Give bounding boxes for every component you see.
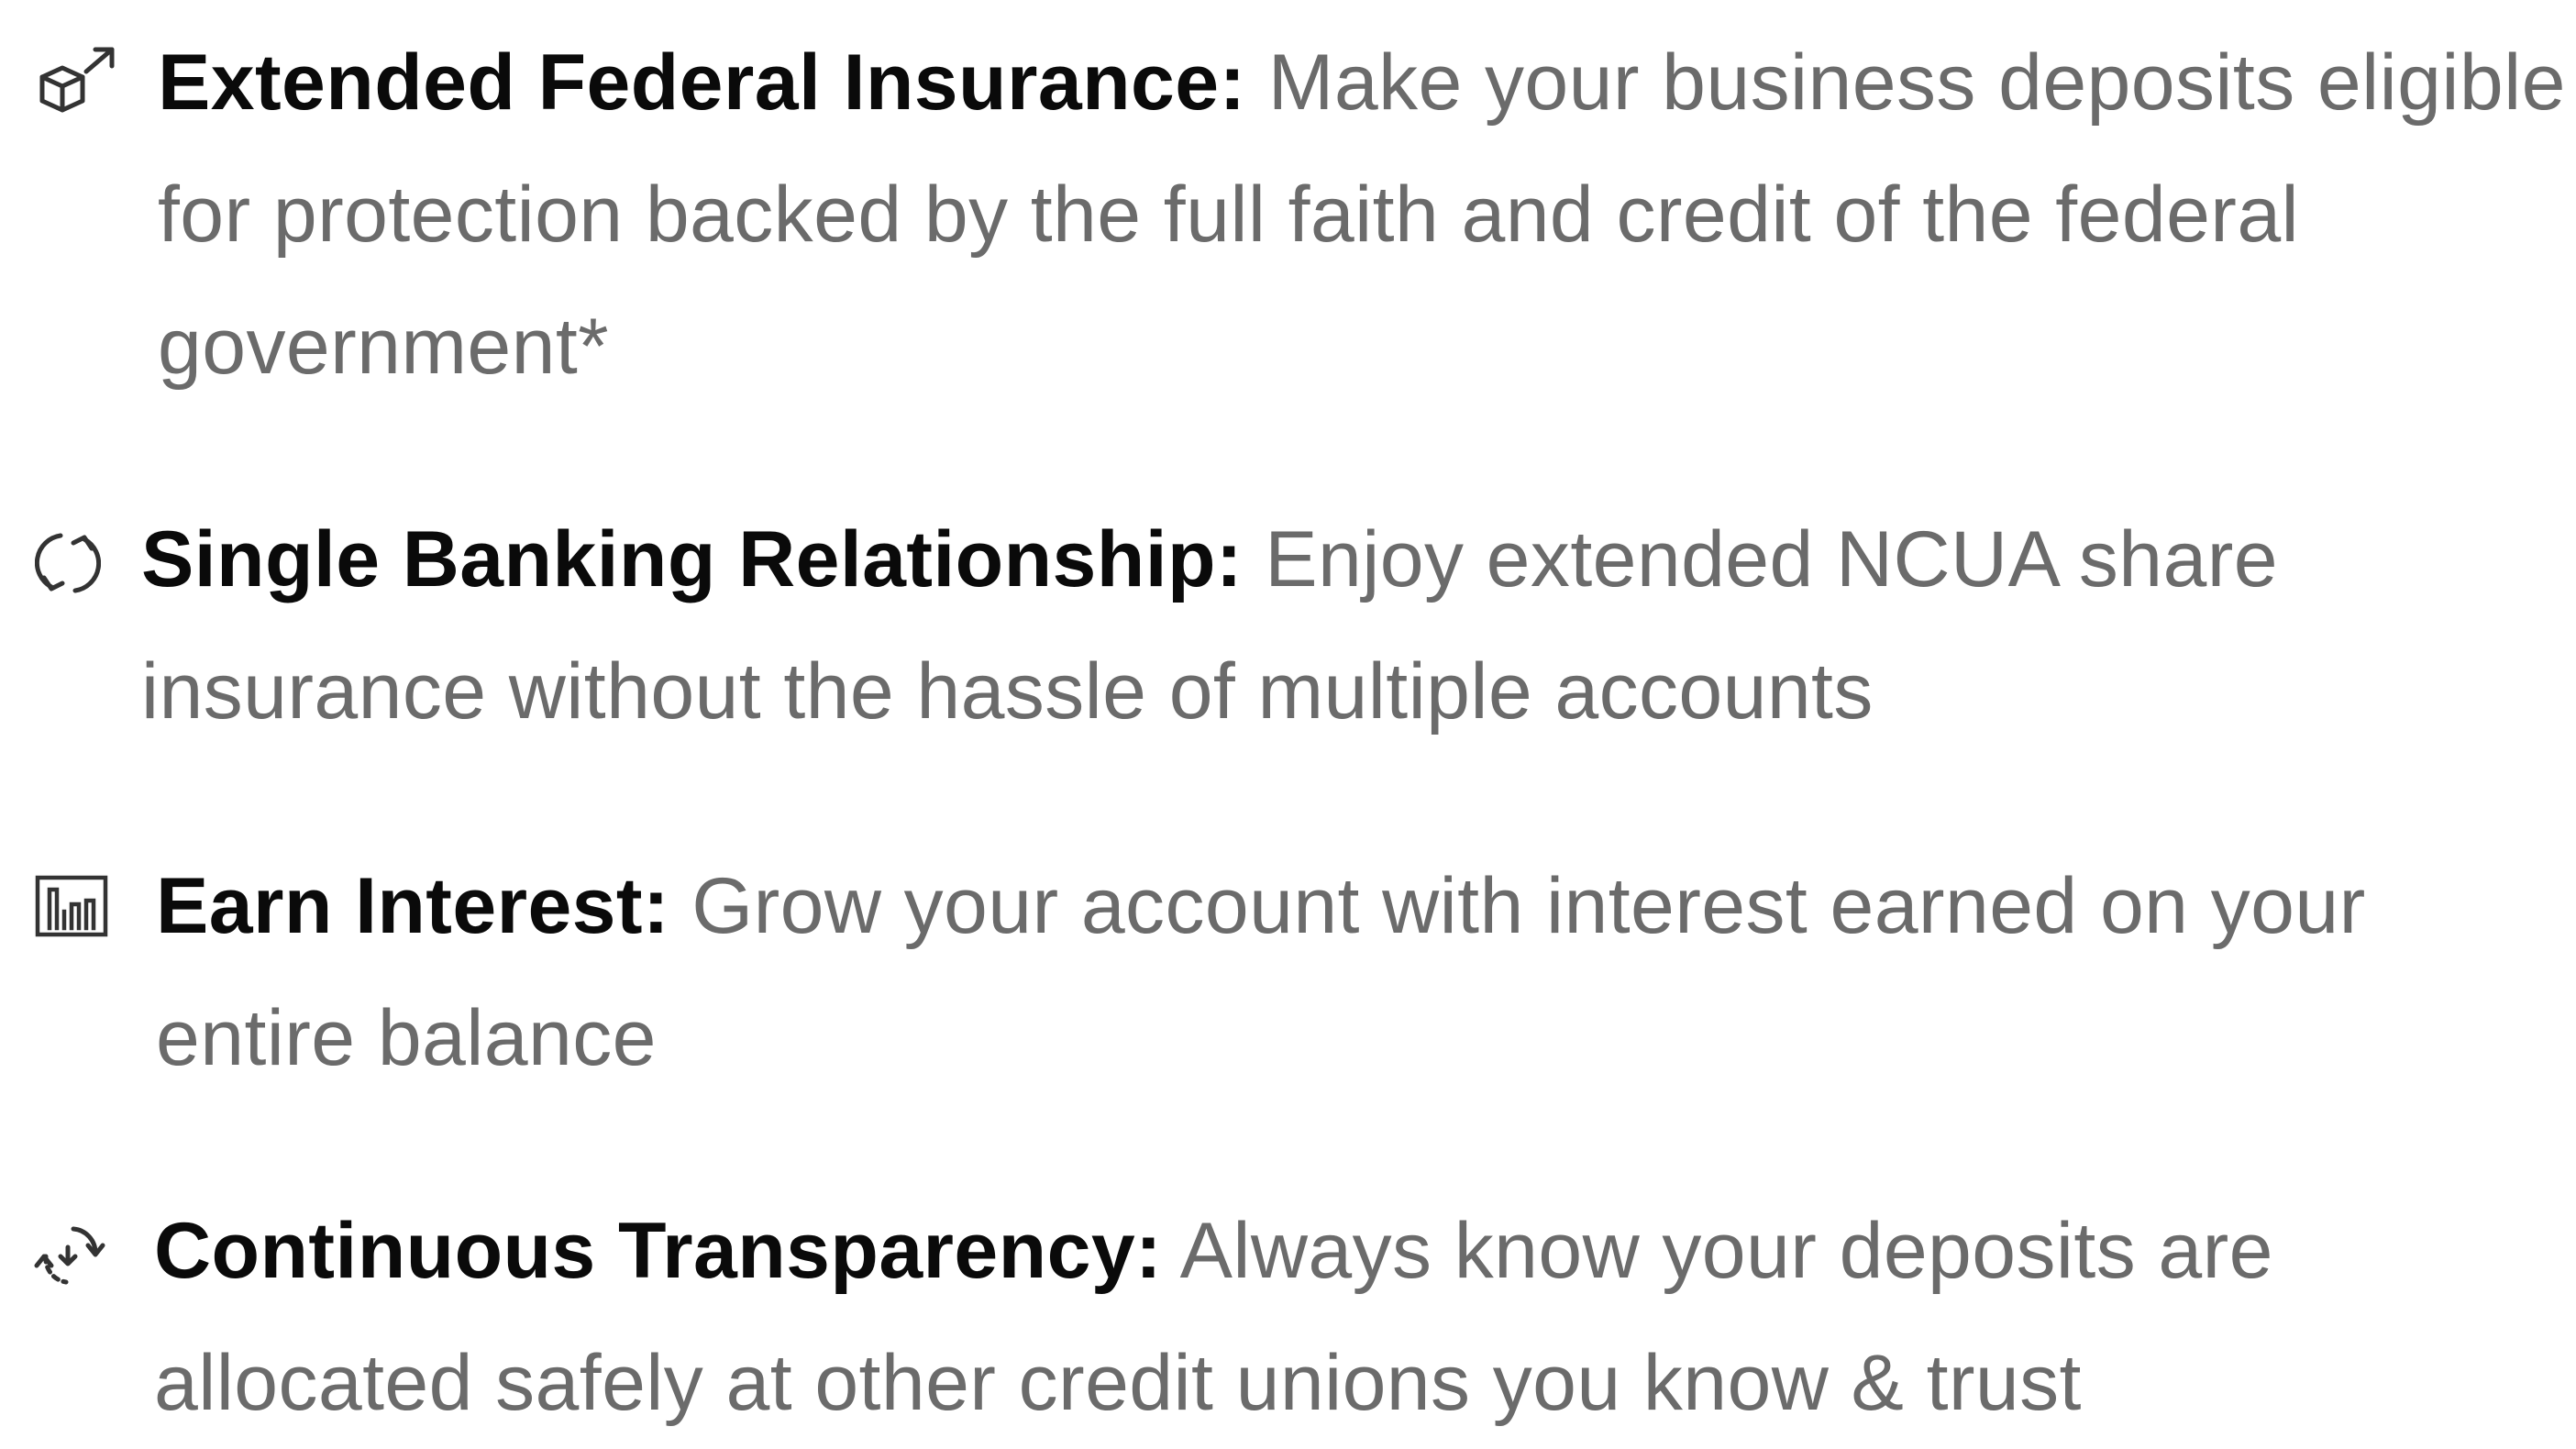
feature-list: Extended Federal Insurance: Make your bu… [0,0,2576,1427]
feature-title: Continuous Transparency: [154,1207,1163,1295]
feature-text: Single Banking Relationship: Enjoy exten… [141,493,2562,758]
feature-title: Single Banking Relationship: [141,515,1243,603]
feature-text: Continuous Transparency: Always know you… [154,1185,2557,1449]
feature-title: Extended Federal Insurance: [158,39,1246,127]
box-arrow-icon [35,44,117,119]
feature-title: Earn Interest: [156,862,669,950]
feature-text: Extended Federal Insurance: Make your bu… [158,17,2576,413]
bar-chart-icon [35,875,108,937]
feature-text: Earn Interest: Grow your account with in… [156,840,2540,1104]
refresh-cycle-icon [35,525,101,602]
sync-dashed-icon [33,1220,106,1291]
